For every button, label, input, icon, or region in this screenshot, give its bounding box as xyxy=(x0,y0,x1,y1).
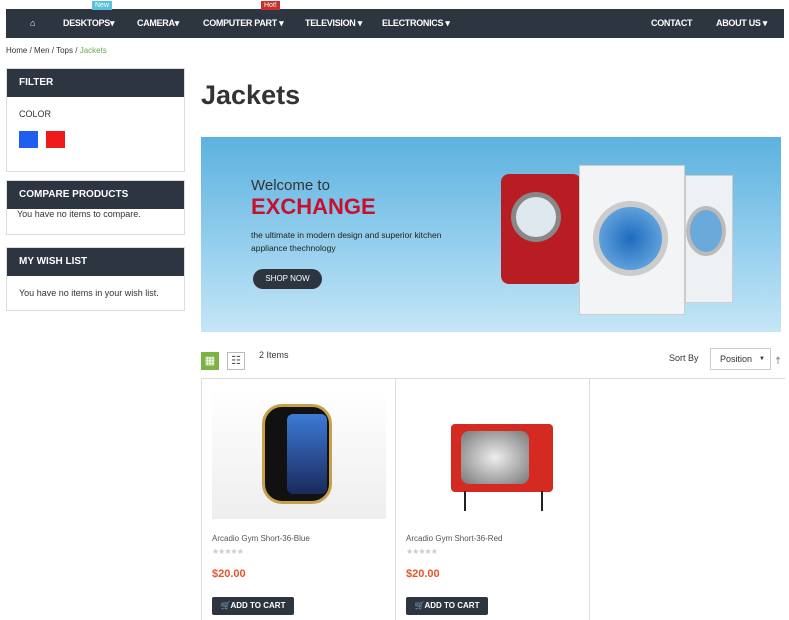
add-to-cart-button[interactable]: 🛒ADD TO CART xyxy=(406,597,488,615)
color-swatch-red[interactable] xyxy=(45,131,65,148)
nav-contact[interactable]: CONTACT xyxy=(651,18,693,28)
wishlist-panel: MY WISH LIST You have no items in your w… xyxy=(6,247,185,311)
color-label: COLOR xyxy=(19,109,52,119)
product-card: Arcadio Gym Short-36-Red ★★★★★ $20.00 🛒A… xyxy=(395,379,590,620)
sort-direction-arrow-icon[interactable]: 🠅 xyxy=(775,352,781,371)
filter-panel: FILTER COLOR xyxy=(6,68,185,172)
product-image-watch[interactable] xyxy=(212,389,386,519)
compare-panel: COMPARE PRODUCTS You have no items to co… xyxy=(6,180,185,235)
shop-now-button[interactable]: SHOP NOW xyxy=(253,269,322,289)
sort-select[interactable]: Position ▼ xyxy=(710,348,771,370)
page-title: Jackets xyxy=(201,80,301,110)
nav-about-us[interactable]: ABOUT US ▾ xyxy=(716,18,767,29)
cart-icon: 🛒 xyxy=(220,601,231,610)
breadcrumb-home[interactable]: Home xyxy=(6,46,27,55)
top-nav: ⌂ DESKTOPS▾ New CAMERA▾ COMPUTER PART ▾ … xyxy=(6,1,784,38)
washer-small-image xyxy=(685,175,733,303)
product-card: Arcadio Gym Short-36-Blue ★★★★★ $20.00 🛒… xyxy=(201,379,396,620)
rating-stars: ★★★★★ xyxy=(212,547,244,556)
banner-headline: EXCHANGE xyxy=(251,194,376,219)
wishlist-text: You have no items in your wish list. xyxy=(19,288,159,298)
breadcrumb-tops[interactable]: Tops xyxy=(56,46,73,55)
hot-badge: Hot! xyxy=(261,1,280,10)
item-count: 2 Items xyxy=(259,350,289,360)
add-to-cart-button[interactable]: 🛒ADD TO CART xyxy=(212,597,294,615)
banner-welcome: Welcome to xyxy=(251,177,330,194)
rating-stars: ★★★★★ xyxy=(406,547,438,556)
cart-icon: 🛒 xyxy=(414,601,425,610)
filter-title: FILTER xyxy=(7,69,184,97)
list-view-icon[interactable]: ☷ xyxy=(227,352,245,370)
product-price: $20.00 xyxy=(406,568,440,580)
product-image-tv[interactable] xyxy=(406,389,580,519)
banner-text-1: the ultimate in modern design and superi… xyxy=(251,230,442,240)
banner-text-2: appliance thechnology xyxy=(251,243,336,253)
compare-text: You have no items to compare. xyxy=(17,209,141,219)
color-swatch-blue[interactable] xyxy=(19,131,38,148)
new-badge: New xyxy=(92,1,113,10)
breadcrumb-men[interactable]: Men xyxy=(34,46,50,55)
sort-label: Sort By xyxy=(669,353,699,363)
washer-red-image xyxy=(501,174,581,284)
product-price: $20.00 xyxy=(212,568,246,580)
wishlist-title: MY WISH LIST xyxy=(7,248,184,276)
promo-banner[interactable]: Welcome to EXCHANGE the ultimate in mode… xyxy=(201,137,781,332)
grid-view-icon[interactable]: ▦ xyxy=(201,352,219,370)
product-grid: Arcadio Gym Short-36-Blue ★★★★★ $20.00 🛒… xyxy=(201,378,785,620)
product-name[interactable]: Arcadio Gym Short-36-Blue xyxy=(212,534,310,543)
breadcrumb: Home / Men / Tops / Jackets xyxy=(6,46,107,55)
product-name[interactable]: Arcadio Gym Short-36-Red xyxy=(406,534,502,543)
breadcrumb-current: Jackets xyxy=(79,46,107,55)
nav-television[interactable]: TELEVISION ▾ xyxy=(305,18,362,29)
nav-desktops[interactable]: DESKTOPS▾ xyxy=(63,18,114,29)
home-icon[interactable]: ⌂ xyxy=(30,18,35,28)
washer-white-image xyxy=(579,165,685,315)
compare-title: COMPARE PRODUCTS xyxy=(7,181,184,209)
nav-computer-part[interactable]: COMPUTER PART ▾ xyxy=(203,18,284,29)
nav-electronics[interactable]: ELECTRONICS ▾ xyxy=(382,18,450,29)
nav-camera[interactable]: CAMERA▾ xyxy=(137,18,179,29)
